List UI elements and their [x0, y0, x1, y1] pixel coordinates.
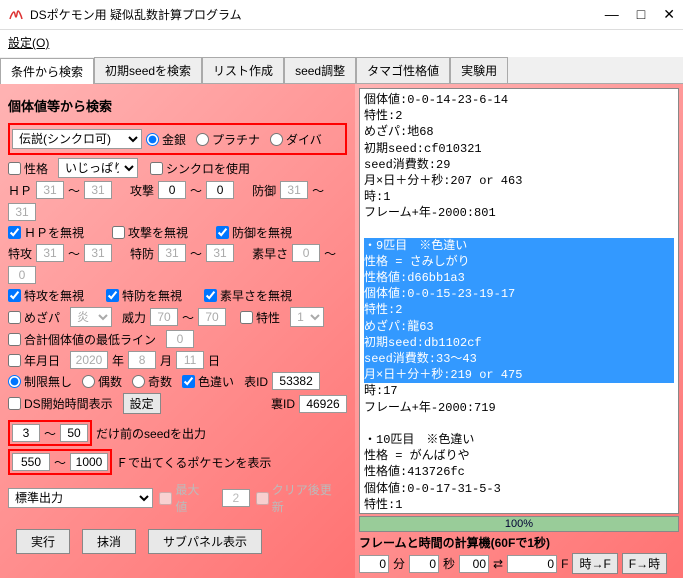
- right-panel: 個体値:0-0-14-23-6-14特性:2めざパ:地68初期seed:cf01…: [355, 84, 683, 578]
- window-title: DSポケモン用 疑似乱数計算プログラム: [30, 6, 605, 23]
- atk-min[interactable]: [158, 181, 186, 199]
- prev-seed-max[interactable]: [60, 424, 88, 442]
- spd-label: 特防: [130, 245, 154, 262]
- nolimit-radio[interactable]: [8, 375, 21, 388]
- frame-min[interactable]: [12, 453, 50, 471]
- def-max[interactable]: [8, 203, 36, 221]
- game-radio-platinum[interactable]: [196, 133, 209, 146]
- hp-min[interactable]: [36, 181, 64, 199]
- syncro-check[interactable]: [150, 162, 163, 175]
- prev-seed-min[interactable]: [12, 424, 40, 442]
- hp-max[interactable]: [84, 181, 112, 199]
- power-label: 威力: [122, 309, 146, 326]
- day-input[interactable]: [176, 351, 204, 369]
- ymd-check[interactable]: [8, 354, 21, 367]
- ignore-atk-check[interactable]: [112, 226, 125, 239]
- legend-select[interactable]: 伝説(シンクロ可): [12, 129, 142, 149]
- ignore-spe-check[interactable]: [204, 289, 217, 302]
- year-input[interactable]: [70, 351, 108, 369]
- game-radio-diamond[interactable]: [270, 133, 283, 146]
- tab-seed-adjust[interactable]: seed調整: [284, 57, 356, 83]
- spe-max[interactable]: [8, 266, 36, 284]
- conv-frame[interactable]: [507, 555, 557, 573]
- even-radio[interactable]: [82, 375, 95, 388]
- menubar: 設定(O): [0, 30, 683, 55]
- maximize-button[interactable]: □: [637, 6, 645, 23]
- spe-min[interactable]: [292, 244, 320, 262]
- left-panel: 個体値等から検索 伝説(シンクロ可) 金銀 プラチナ ダイバ 性格 いじっぱり …: [0, 84, 355, 578]
- dstime-check[interactable]: [8, 397, 21, 410]
- def-label: 防御: [252, 182, 276, 199]
- menu-settings[interactable]: 設定(O): [8, 36, 49, 50]
- spd-min[interactable]: [158, 244, 186, 262]
- close-button[interactable]: ✕: [663, 6, 675, 23]
- clear-check: [256, 492, 269, 505]
- ignore-def-check[interactable]: [216, 226, 229, 239]
- conv-csec[interactable]: [459, 555, 489, 573]
- atk-max[interactable]: [206, 181, 234, 199]
- output-select[interactable]: 標準出力: [8, 488, 153, 508]
- subpanel-button[interactable]: サブパネル表示: [148, 529, 262, 554]
- omote-input[interactable]: [272, 372, 320, 390]
- titlebar: DSポケモン用 疑似乱数計算プログラム — □ ✕: [0, 0, 683, 30]
- spa-min[interactable]: [36, 244, 64, 262]
- spa-max[interactable]: [84, 244, 112, 262]
- shiny-check[interactable]: [182, 375, 195, 388]
- hidden-type-select[interactable]: 炎: [70, 307, 112, 327]
- conv-arrows-icon: ⇄: [493, 557, 503, 571]
- ignore-spd-check[interactable]: [106, 289, 119, 302]
- def-min[interactable]: [280, 181, 308, 199]
- tab-search-seed[interactable]: 初期seedを検索: [94, 57, 202, 83]
- frame-calc-label: フレームと時間の計算機(60Fで1秒): [359, 534, 679, 551]
- trait-select[interactable]: 1: [290, 307, 324, 327]
- conv-sec[interactable]: [409, 555, 439, 573]
- spe-label: 素早さ: [252, 245, 288, 262]
- odd-radio[interactable]: [132, 375, 145, 388]
- nature-check[interactable]: [8, 162, 21, 175]
- power-max[interactable]: [198, 308, 226, 326]
- minline-input[interactable]: [166, 330, 194, 348]
- app-icon: [8, 7, 24, 23]
- prev-seed-label: だけ前のseedを出力: [96, 425, 206, 442]
- section-heading: 個体値等から検索: [8, 96, 347, 115]
- hidden-check[interactable]: [8, 311, 21, 324]
- conv-min[interactable]: [359, 555, 389, 573]
- progress-bar: 100%: [359, 516, 679, 532]
- atk-label: 攻撃: [130, 182, 154, 199]
- spa-label: 特攻: [8, 245, 32, 262]
- tab-experiment[interactable]: 実験用: [450, 57, 508, 83]
- frame-max[interactable]: [70, 453, 108, 471]
- max-check: [159, 492, 172, 505]
- to-frame-button[interactable]: 時→F: [572, 553, 617, 574]
- tab-egg[interactable]: タマゴ性格値: [356, 57, 450, 83]
- to-time-button[interactable]: F→時: [622, 553, 667, 574]
- month-input[interactable]: [128, 351, 156, 369]
- cancel-button[interactable]: 抹消: [82, 529, 136, 554]
- ura-label: 裏ID: [271, 395, 295, 412]
- nature-select[interactable]: いじっぱり: [58, 158, 138, 178]
- spd-max[interactable]: [206, 244, 234, 262]
- tab-list[interactable]: リスト作成: [202, 57, 284, 83]
- trait-check[interactable]: [240, 311, 253, 324]
- max-input: [222, 489, 250, 507]
- power-min[interactable]: [150, 308, 178, 326]
- tab-search-by-condition[interactable]: 条件から検索: [0, 58, 94, 84]
- omote-label: 表ID: [244, 373, 268, 390]
- ignore-hp-check[interactable]: [8, 226, 21, 239]
- output-textarea[interactable]: 個体値:0-0-14-23-6-14特性:2めざパ:地68初期seed:cf01…: [359, 88, 679, 514]
- minline-check[interactable]: [8, 333, 21, 346]
- set-button[interactable]: 設定: [123, 393, 161, 414]
- game-radio-kingin[interactable]: [146, 133, 159, 146]
- ura-input[interactable]: [299, 395, 347, 413]
- ignore-spa-check[interactable]: [8, 289, 21, 302]
- frame-label: Ｆで出てくるポケモンを表示: [116, 454, 271, 471]
- tabbar: 条件から検索 初期seedを検索 リスト作成 seed調整 タマゴ性格値 実験用: [0, 57, 683, 84]
- run-button[interactable]: 実行: [16, 529, 70, 554]
- hp-label: ＨＰ: [8, 182, 32, 199]
- minimize-button[interactable]: —: [605, 6, 619, 23]
